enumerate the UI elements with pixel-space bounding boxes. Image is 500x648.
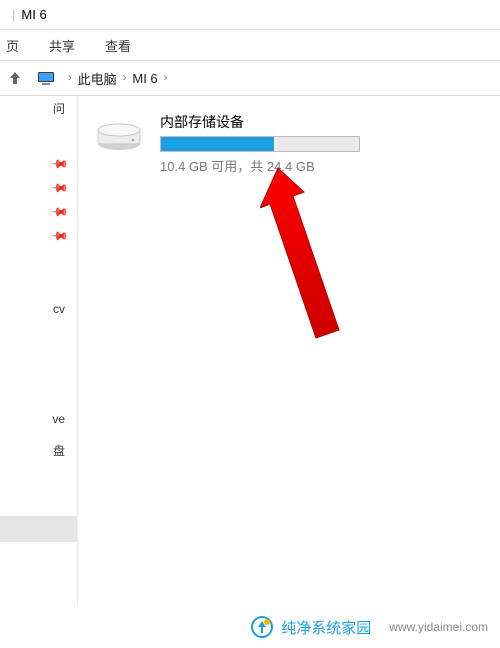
- title-bar: | MI 6: [0, 0, 500, 30]
- tab-file[interactable]: 页: [2, 30, 23, 61]
- pin-icon: 📌: [49, 226, 69, 246]
- capacity-bar: [160, 136, 360, 152]
- crumb-device[interactable]: MI 6: [132, 71, 157, 86]
- pin-icon: 📌: [49, 178, 69, 198]
- arrow-up-icon: [7, 70, 23, 86]
- sidebar-item-selected[interactable]: [0, 516, 77, 542]
- sidebar-pinned-item[interactable]: 📌: [0, 200, 77, 224]
- annotation-arrow: [260, 156, 380, 336]
- window-title: MI 6: [21, 7, 46, 22]
- pin-icon: 📌: [49, 202, 69, 222]
- drive-capacity-text: 10.4 GB 可用，共 24.4 GB: [160, 156, 360, 175]
- sidebar-pinned-item[interactable]: 📌: [0, 176, 77, 200]
- brand-name: 纯净系统家园: [281, 617, 371, 638]
- drive-info: 内部存储设备 10.4 GB 可用，共 24.4 GB: [160, 112, 360, 175]
- tab-view[interactable]: 查看: [101, 30, 135, 61]
- drive-icon: [96, 116, 142, 154]
- capacity-used-fill: [161, 137, 274, 151]
- content-pane[interactable]: 内部存储设备 10.4 GB 可用，共 24.4 GB: [78, 96, 500, 606]
- main-area: 问 📌 📌 📌 📌 cv ve 盘 内部存储设备: [0, 96, 500, 606]
- this-pc-icon: [36, 68, 56, 88]
- sidebar-item-quickaccess[interactable]: 问: [53, 100, 65, 117]
- ribbon-tabs: 页 共享 查看: [0, 30, 500, 60]
- drive-tile[interactable]: 内部存储设备 10.4 GB 可用，共 24.4 GB: [96, 112, 482, 175]
- sidebar-pinned-item[interactable]: 📌: [0, 152, 77, 176]
- address-bar[interactable]: › 此电脑 › MI 6 ›: [0, 60, 500, 96]
- brand-url: www.yidaimei.com: [389, 620, 488, 634]
- drive-title: 内部存储设备: [160, 112, 360, 132]
- sidebar-item[interactable]: cv: [53, 302, 65, 316]
- sidebar-item[interactable]: 盘: [53, 442, 65, 459]
- tab-share[interactable]: 共享: [45, 30, 79, 61]
- nav-up-button[interactable]: [2, 65, 28, 91]
- brand-logo-icon: [251, 616, 273, 638]
- footer-watermark: 纯净系统家园 www.yidaimei.com: [0, 606, 500, 648]
- pin-icon: 📌: [49, 154, 69, 174]
- chevron-right-icon: ›: [68, 72, 72, 84]
- title-separator: |: [12, 7, 15, 22]
- crumb-this-pc[interactable]: 此电脑: [78, 69, 117, 88]
- sidebar-pinned-item[interactable]: 📌: [0, 224, 77, 248]
- navigation-pane: 问 📌 📌 📌 📌 cv ve 盘: [0, 96, 78, 606]
- chevron-right-icon: ›: [164, 72, 168, 84]
- sidebar-item[interactable]: ve: [52, 412, 65, 426]
- chevron-right-icon: ›: [123, 72, 127, 84]
